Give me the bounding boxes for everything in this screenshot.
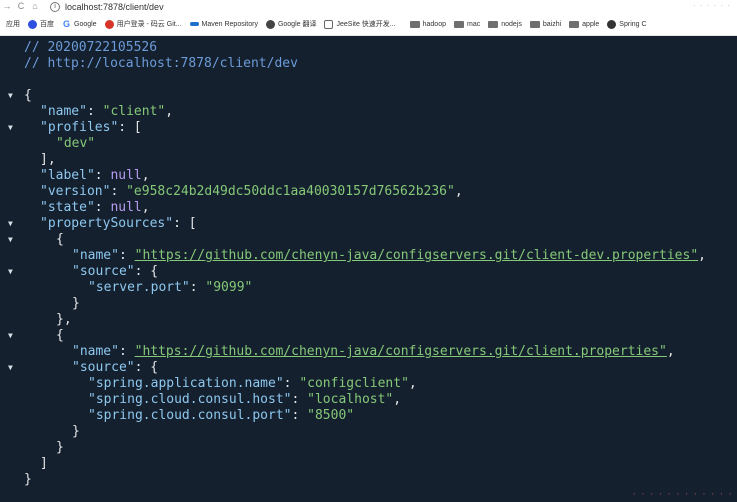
array-close: ], [40,152,56,167]
bookmark-folder-apple[interactable]: apple [569,20,600,28]
bookmark-label: Spring C [619,20,647,28]
jeesite-icon [324,19,334,29]
back-button[interactable]: → [0,0,14,13]
json-entry-property-sources: "propertySources": [ [40,216,197,231]
json-entry-property: "server.port": "9099" [88,280,253,295]
bookmarks-bar: 应用 百度 G Google 用户登录 - 码云 Git... Maven Rep… [0,13,737,36]
bookmark-translate[interactable]: Google 翻译 [265,19,317,29]
bookmark-label: 用户登录 - 码云 Git... [116,21,182,28]
folder-icon [569,20,580,28]
json-entry-profiles: "profiles": [ [40,120,142,135]
bookmark-folder-hadoop[interactable]: hadoop [409,20,446,28]
json-entry-property: "spring.cloud.consul.host": "localhost", [88,392,402,407]
bookmark-folder-mac[interactable]: mac [453,20,481,28]
source-url-link[interactable]: "https://github.com/chenyn-java/configse… [135,248,699,263]
info-icon[interactable]: i [50,1,60,12]
collapse-toggle-source-0[interactable]: ▼ [8,232,16,248]
url-field[interactable]: localhost:7878/client/dev [65,2,164,12]
folder-icon [409,20,420,28]
object-close-brace: } [56,440,64,455]
bookmark-label: baizhi [542,20,562,28]
array-close: ] [40,456,48,471]
bookmark-label: mac [466,20,481,28]
extension-icons: · · · · · · [692,1,731,10]
json-entry-source-name: "name": "https://github.com/chenyn-java/… [72,344,675,359]
bookmark-google[interactable]: G Google [62,18,97,29]
watermark: · · · · · · · · · · · · [632,488,733,500]
bookmark-label: nodejs [501,20,522,28]
root-close-brace: } [24,472,32,487]
bookmark-label: hadoop [422,20,446,28]
collapse-toggle-property-sources[interactable]: ▼ [8,216,16,232]
object-close-brace: } [72,424,80,439]
spring-icon [607,19,617,29]
collapse-toggle-source-0-map[interactable]: ▼ [8,264,16,280]
json-entry-version: "version": "e958c24b2d49dc50ddc1aa400301… [40,184,463,199]
json-entry-source-name: "name": "https://github.com/chenyn-java/… [72,248,706,263]
json-entry-source-map: "source": { [72,264,159,279]
collapse-toggle-source-1-map[interactable]: ▼ [8,360,16,376]
bookmark-label: Google 翻译 [277,21,317,28]
maven-icon [189,22,199,26]
object-open-brace: { [56,328,64,343]
comment-timestamp: // 20200722105526 [24,40,158,55]
json-entry-name: "name": "client", [40,104,174,119]
bookmark-label: 百度 [40,21,54,28]
json-entry-state: "state": null, [40,200,150,215]
bookmark-apps[interactable]: 应用 [6,19,20,29]
comment-url: // http://localhost:7878/client/dev [24,56,298,71]
bookmark-gitee[interactable]: 用户登录 - 码云 Git... [104,19,182,29]
root-open-brace: { [24,88,32,103]
collapse-toggle-root[interactable]: ▼ [8,88,16,104]
json-entry-property: "spring.cloud.consul.port": "8500" [88,408,355,423]
json-viewer: // 20200722105526 // http://localhost:78… [0,36,737,502]
json-entry-property: "spring.application.name": "configclient… [88,376,417,391]
home-button[interactable]: ⌂ [28,0,42,13]
gitee-icon [104,19,114,29]
reload-button[interactable]: C [14,0,28,13]
google-icon: G [62,18,70,29]
baidu-icon [28,19,37,29]
bookmark-folder-baizhi[interactable]: baizhi [529,20,562,28]
bookmark-jeesite[interactable]: JeeSite 快速开发... [324,19,396,29]
address-bar: → C ⌂ i localhost:7878/client/dev · · · … [0,0,737,13]
collapse-toggle-profiles[interactable]: ▼ [8,120,16,136]
folder-icon [488,20,499,28]
bookmark-folder-nodejs[interactable]: nodejs [488,20,522,28]
object-open-brace: { [56,232,64,247]
json-entry-label: "label": null, [40,168,150,183]
source-url-link[interactable]: "https://github.com/chenyn-java/configse… [135,344,667,359]
bookmark-label: Google [74,20,97,28]
translate-icon [265,19,275,29]
bookmark-spring[interactable]: Spring C [607,19,647,29]
bookmark-baidu[interactable]: 百度 [28,19,54,29]
folder-icon [529,20,540,28]
bookmark-maven[interactable]: Maven Repository [189,20,258,28]
bookmark-label: Maven Repository [201,20,258,28]
json-array-item: "dev" [56,136,96,151]
object-close-brace: } [72,296,80,311]
json-entry-source-map: "source": { [72,360,159,375]
folder-icon [453,20,464,28]
bookmark-label: apple [582,20,600,28]
object-close-brace: }, [56,312,72,327]
bookmark-label: 应用 [6,21,20,28]
collapse-toggle-source-1[interactable]: ▼ [8,328,16,344]
bookmark-label: JeeSite 快速开发... [336,21,396,28]
